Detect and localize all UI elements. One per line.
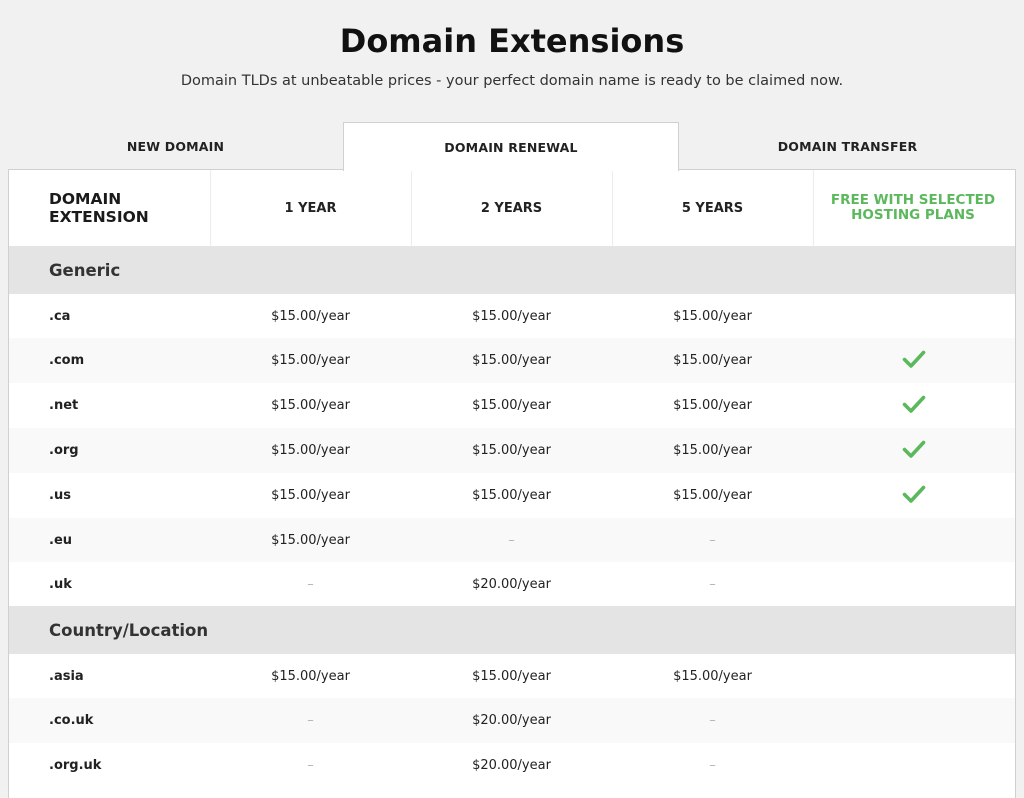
table-row: .eu $15.00/year – – — [9, 518, 1015, 562]
cell-price-2-years: $20.00/year — [472, 758, 551, 773]
cell-price-1-year: – — [307, 713, 314, 728]
table-row: .asia $15.00/year $15.00/year $15.00/year — [9, 654, 1015, 698]
checkmark-icon — [902, 349, 926, 373]
cell-price-1-year: $15.00/year — [271, 308, 350, 324]
tab-domain-renewal[interactable]: DOMAIN RENEWAL — [343, 122, 679, 171]
cell-price-2-years: $20.00/year — [472, 576, 551, 592]
tab-bar: NEW DOMAIN DOMAIN RENEWAL DOMAIN TRANSFE… — [8, 122, 1016, 171]
cell-price-5-years: $15.00/year — [673, 308, 752, 324]
cell-price-1-year: $15.00/year — [271, 488, 350, 503]
cell-extension: .eu — [49, 532, 73, 548]
column-divider — [813, 170, 814, 246]
table-row: .org $15.00/year $15.00/year $15.00/year — [9, 428, 1015, 473]
column-header-free-with-hosting: FREE WITH SELECTED HOSTING PLANS — [830, 192, 996, 223]
cell-free-with-hosting — [813, 698, 1015, 743]
group-header: Country/Location — [9, 606, 1015, 654]
column-header-extension: DOMAIN EXTENSION — [49, 190, 149, 226]
cell-extension: .org.uk — [49, 758, 102, 773]
table-row: .us $15.00/year $15.00/year $15.00/year — [9, 473, 1015, 518]
cell-price-2-years: $15.00/year — [472, 398, 551, 413]
table-row: .net $15.00/year $15.00/year $15.00/year — [9, 383, 1015, 428]
cell-free-with-hosting — [813, 654, 1015, 698]
cell-price-5-years: $15.00/year — [673, 668, 752, 684]
cell-price-2-years: $15.00/year — [472, 668, 551, 684]
cell-price-1-year: $15.00/year — [271, 668, 350, 684]
cell-price-5-years: – — [709, 576, 716, 592]
cell-price-2-years: $15.00/year — [472, 308, 551, 324]
page-subtitle: Domain TLDs at unbeatable prices - your … — [180, 73, 844, 89]
column-divider — [411, 170, 412, 246]
cell-extension: .uk — [49, 576, 72, 592]
tab-new-domain[interactable]: NEW DOMAIN — [8, 122, 343, 170]
cell-free-with-hosting — [813, 294, 1015, 338]
cell-extension: .com — [49, 353, 85, 368]
cell-free-with-hosting — [813, 473, 1015, 518]
cell-price-5-years: $15.00/year — [673, 398, 752, 413]
column-header-1-year: 1 YEAR — [284, 200, 337, 216]
cell-price-2-years: – — [508, 532, 515, 548]
cell-price-1-year: $15.00/year — [271, 353, 350, 368]
cell-price-5-years: – — [709, 532, 716, 548]
table-row: .co.uk – $20.00/year – — [9, 698, 1015, 743]
checkmark-icon — [902, 484, 926, 508]
cell-free-with-hosting — [813, 743, 1015, 788]
column-divider — [210, 170, 211, 246]
cell-extension: .org — [49, 443, 79, 458]
cell-price-5-years: $15.00/year — [673, 353, 752, 368]
tab-domain-transfer[interactable]: DOMAIN TRANSFER — [679, 122, 1016, 170]
checkmark-icon — [902, 439, 926, 463]
column-divider — [612, 170, 613, 246]
cell-free-with-hosting — [813, 338, 1015, 383]
table-row: .com $15.00/year $15.00/year $15.00/year — [9, 338, 1015, 383]
group-header: Generic — [9, 246, 1015, 294]
cell-price-5-years: $15.00/year — [673, 488, 752, 503]
cell-price-1-year: – — [307, 758, 314, 773]
cell-price-1-year: $15.00/year — [271, 532, 350, 548]
cell-extension: .asia — [49, 668, 84, 684]
cell-price-5-years: $15.00/year — [673, 443, 752, 458]
pricing-table: DOMAIN EXTENSION 1 YEAR 2 YEARS 5 YEARS … — [8, 169, 1016, 798]
cell-extension: .co.uk — [49, 713, 94, 728]
cell-price-1-year: $15.00/year — [271, 398, 350, 413]
table-row: .org.uk – $20.00/year – — [9, 743, 1015, 788]
cell-price-1-year: – — [307, 576, 314, 592]
page-title: Domain Extensions — [339, 22, 685, 60]
cell-price-5-years: – — [709, 713, 716, 728]
table-header-row: DOMAIN EXTENSION 1 YEAR 2 YEARS 5 YEARS … — [9, 170, 1015, 246]
cell-free-with-hosting — [813, 562, 1015, 606]
cell-price-2-years: $15.00/year — [472, 443, 551, 458]
cell-free-with-hosting — [813, 383, 1015, 428]
column-header-5-years: 5 YEARS — [681, 200, 744, 216]
table-row: .ca $15.00/year $15.00/year $15.00/year — [9, 294, 1015, 338]
cell-price-2-years: $15.00/year — [472, 488, 551, 503]
cell-price-1-year: $15.00/year — [271, 443, 350, 458]
cell-price-2-years: $20.00/year — [472, 713, 551, 728]
column-header-2-years: 2 YEARS — [480, 200, 543, 216]
cell-extension: .ca — [49, 308, 71, 324]
cell-free-with-hosting — [813, 428, 1015, 473]
cell-free-with-hosting — [813, 518, 1015, 562]
cell-price-2-years: $15.00/year — [472, 353, 551, 368]
checkmark-icon — [902, 394, 926, 418]
table-row: .uk – $20.00/year – — [9, 562, 1015, 606]
cell-price-5-years: – — [709, 758, 716, 773]
cell-extension: .us — [49, 488, 71, 503]
cell-extension: .net — [49, 398, 79, 413]
